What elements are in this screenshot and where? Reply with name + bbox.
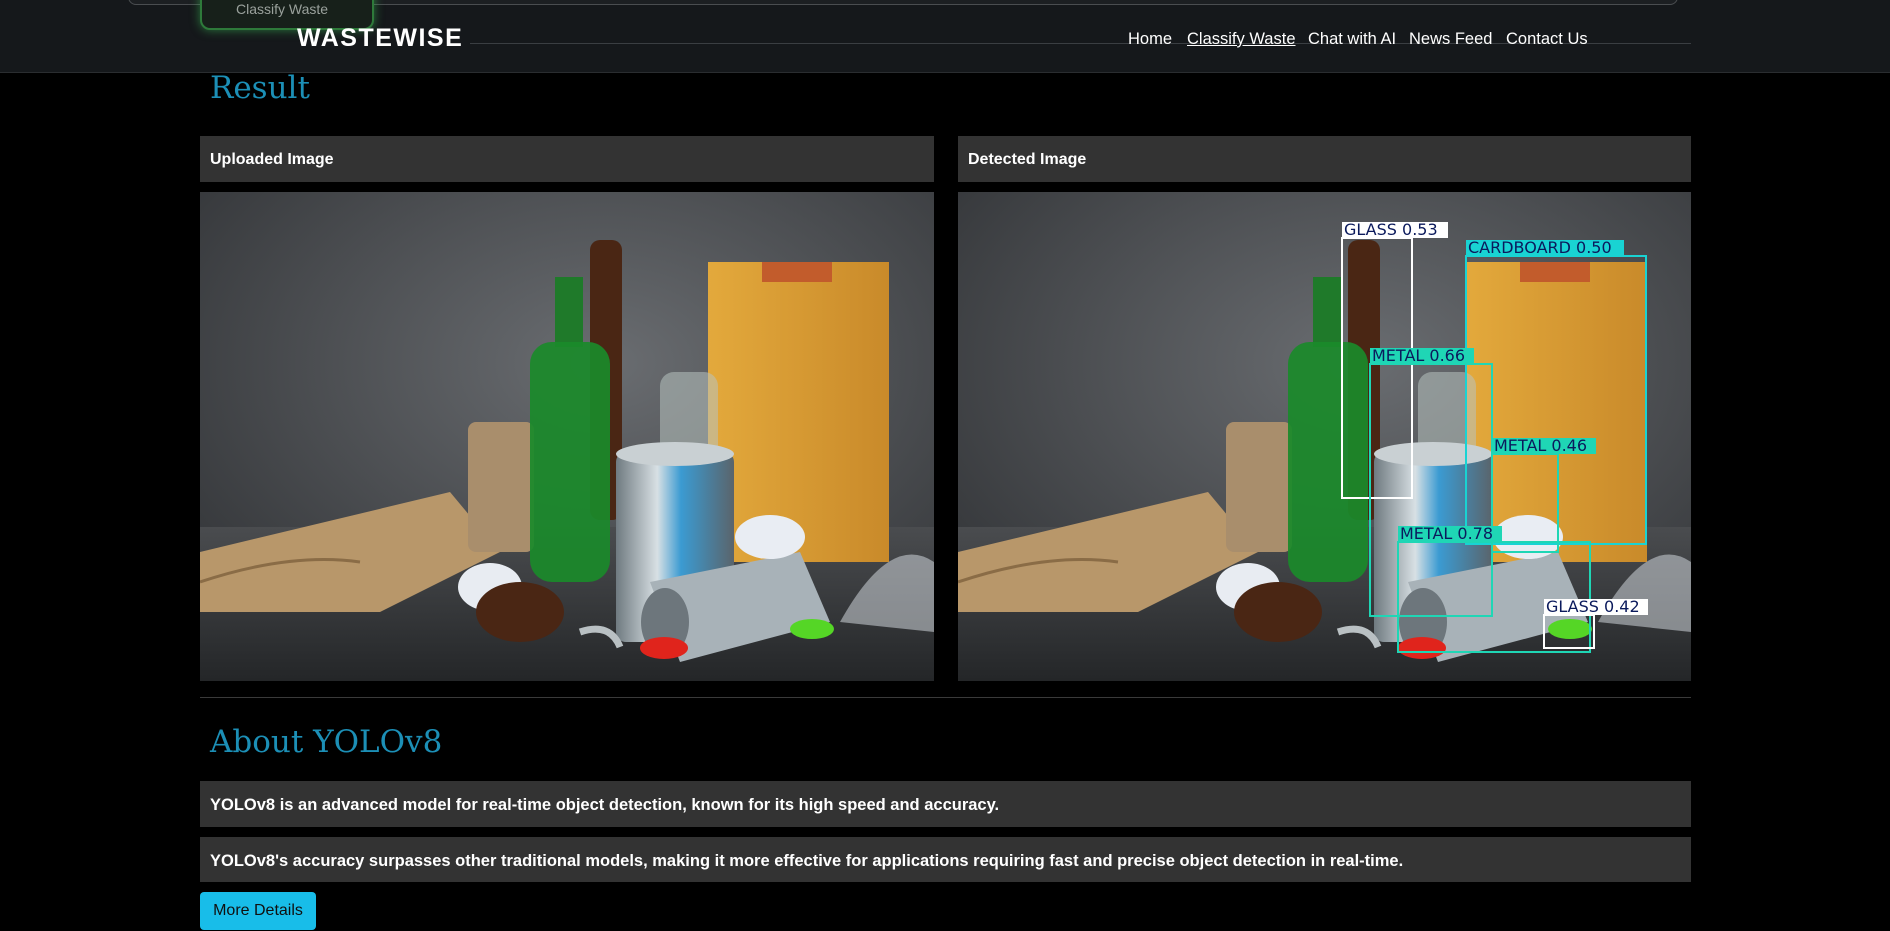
detection-glass-1-label: GLASS 0.53 [1344,220,1438,239]
nav-chat-with-ai[interactable]: Chat with AI [1308,30,1396,50]
nav-home[interactable]: Home [1128,30,1172,50]
about-point-2: YOLOv8's accuracy surpasses other tradit… [200,837,1691,882]
uploaded-image-header: Uploaded Image [200,136,934,182]
detected-image-header: Detected Image [958,136,1691,182]
about-title: About YOLOv8 [210,724,443,760]
nav-contact-us[interactable]: Contact Us [1506,30,1588,50]
uploaded-image-label: Uploaded Image [210,151,334,168]
floating-tab-label: Classify Waste [236,1,329,17]
nav-classify-waste[interactable]: Classify Waste [1187,30,1296,50]
nav-news-feed[interactable]: News Feed [1409,30,1492,50]
detection-metal-1-label: METAL 0.66 [1372,346,1465,365]
section-divider [200,697,1691,698]
about-point-2-text: YOLOv8's accuracy surpasses other tradit… [210,852,1404,870]
detected-image: GLASS 0.53 CARDBOARD 0.50 METAL 0.66 MET… [958,192,1691,681]
detection-glass-2-label: GLASS 0.42 [1546,597,1640,616]
result-title: Result [210,70,310,106]
brand-logo[interactable]: WASTEWISE [297,24,463,53]
uploaded-image [200,192,934,681]
detection-metal-3-label: METAL 0.78 [1400,524,1493,543]
about-point-1: YOLOv8 is an advanced model for real-tim… [200,781,1691,827]
detected-image-label: Detected Image [968,151,1087,168]
detection-cardboard-label: CARDBOARD 0.50 [1468,238,1612,257]
detection-metal-2-label: METAL 0.46 [1494,436,1587,455]
about-point-1-text: YOLOv8 is an advanced model for real-tim… [210,796,1000,814]
more-details-button[interactable]: More Details [200,892,316,930]
